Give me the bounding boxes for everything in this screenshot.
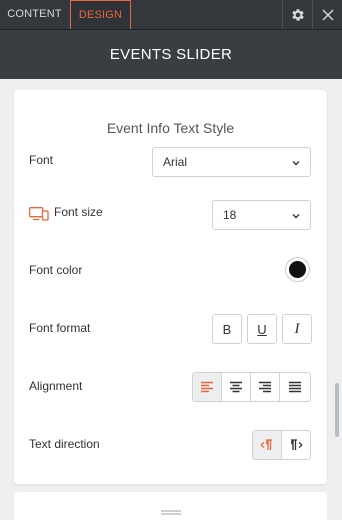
align-center-icon: [230, 381, 242, 393]
font-select[interactable]: Arial: [152, 147, 311, 177]
close-icon: [322, 9, 333, 20]
alignment-label: Alignment: [29, 379, 83, 393]
font-size-label: Font size: [54, 205, 103, 219]
tab-design[interactable]: DESIGN: [70, 0, 131, 29]
font-format-label: Font format: [29, 321, 91, 335]
gear-icon: [291, 8, 304, 21]
scrollbar-thumb[interactable]: [335, 383, 339, 437]
font-select-value: Arial: [163, 155, 188, 169]
align-justify-icon: [288, 381, 301, 393]
text-direction-label: Text direction: [29, 437, 100, 451]
underline-button[interactable]: U: [247, 314, 277, 344]
rtl-button[interactable]: [282, 431, 310, 459]
panel-title: EVENTS SLIDER: [109, 46, 233, 63]
font-color-picker[interactable]: [285, 257, 310, 282]
panel-header: EVENTS SLIDER: [0, 30, 342, 79]
font-color-label: Font color: [29, 263, 83, 277]
section-title: Event Info Text Style: [106, 120, 235, 136]
font-size-select[interactable]: 18: [212, 200, 311, 230]
underline-icon: U: [257, 321, 267, 337]
align-left-icon: [201, 381, 213, 393]
italic-button[interactable]: I: [282, 314, 312, 344]
align-center-button[interactable]: [222, 373, 251, 401]
ltr-icon: [260, 439, 272, 450]
align-left-button[interactable]: [193, 373, 222, 401]
align-justify-button[interactable]: [280, 373, 309, 401]
rtl-icon: [290, 439, 303, 450]
chevron-down-icon: [292, 161, 300, 166]
ltr-button[interactable]: [253, 431, 282, 459]
text-style-panel: Event Info Text Style Font Arial Font si…: [14, 90, 327, 484]
chevron-down-icon: [292, 214, 300, 219]
font-color-swatch: [289, 261, 306, 278]
font-label: Font: [29, 153, 54, 167]
top-tabbar: CONTENT DESIGN: [0, 0, 342, 30]
tab-content[interactable]: CONTENT: [0, 0, 69, 29]
resize-grip-icon[interactable]: [161, 510, 181, 515]
bold-icon: B: [222, 321, 232, 337]
text-direction-group: [252, 430, 311, 460]
settings-button[interactable]: [282, 0, 312, 29]
close-button[interactable]: [312, 0, 342, 29]
bold-button[interactable]: B: [212, 314, 242, 344]
responsive-devices-icon[interactable]: [29, 207, 49, 221]
align-right-button[interactable]: [251, 373, 280, 401]
next-panel: [14, 492, 327, 520]
italic-icon: I: [294, 320, 300, 337]
alignment-group: [192, 372, 311, 402]
align-right-icon: [259, 381, 271, 393]
font-size-value: 18: [223, 208, 237, 222]
